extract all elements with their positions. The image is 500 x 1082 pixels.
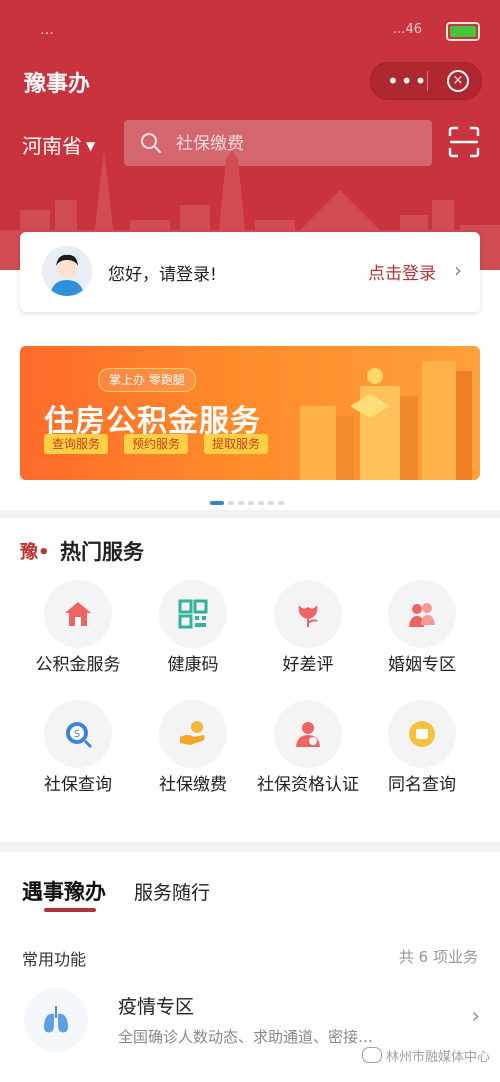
service-label: 社保缴费 (159, 775, 227, 795)
chevron-right-icon[interactable]: › (454, 258, 462, 282)
service-icon-bg (388, 700, 456, 768)
svg-text:S: S (74, 729, 80, 740)
mini-program-capsule: ••• × (370, 62, 482, 100)
house-icon (65, 602, 91, 626)
promo-banner[interactable]: 掌上办 零跑腿 住房公积金服务 查询服务 预约服务 提取服务 (20, 346, 480, 480)
service-label: 同名查询 (388, 775, 456, 795)
carrier-text: … (40, 22, 56, 38)
service-social-security-query[interactable]: S 社保查询 (18, 700, 138, 820)
signal-indicator: …46 (392, 22, 422, 37)
yu-logo-icon: 豫• (20, 542, 50, 563)
service-label: 好差评 (282, 655, 334, 675)
login-card[interactable]: 您好，请登录! 点击登录 › (20, 232, 480, 312)
banner-tag: 提取服务 (204, 434, 269, 454)
login-link[interactable]: 点击登录 (368, 259, 436, 284)
service-label: 公积金服务 (35, 655, 121, 675)
capsule-divider (427, 71, 428, 91)
close-icon[interactable]: × (447, 70, 469, 92)
service-qualification-cert[interactable]: 社保资格认证 (248, 700, 368, 820)
service-housing-fund[interactable]: 公积金服务 (18, 580, 138, 700)
tab-yushi-yuban[interactable]: 遇事豫办 (22, 876, 106, 906)
active-tab-indicator (44, 908, 96, 912)
service-same-name-query[interactable]: 同名查询 (362, 700, 482, 820)
item-description: 全国确诊人数动态、求助通道、密接… (118, 1028, 374, 1046)
common-functions-title: 常用功能 (22, 950, 87, 969)
more-options-button[interactable]: ••• (387, 69, 428, 93)
social-security-search-icon: S (66, 722, 93, 749)
user-avatar-icon (42, 246, 92, 296)
service-social-security-payment[interactable]: 社保缴费 (133, 700, 253, 820)
item-title: 疫情专区 (118, 996, 195, 1018)
service-label: 社保查询 (44, 775, 112, 795)
buildings-illustration (300, 361, 472, 480)
qr-code-icon (178, 599, 208, 629)
battery-icon (446, 22, 480, 41)
login-greeting: 您好，请登录! (108, 265, 217, 285)
service-marriage[interactable]: 婚姻专区 (362, 580, 482, 700)
status-bar: … …46 (0, 20, 500, 44)
service-label: 婚姻专区 (388, 655, 456, 675)
couple-icon (409, 603, 435, 627)
service-icon-bg (388, 580, 456, 648)
carousel-indicator (210, 490, 288, 505)
name-search-icon (409, 721, 435, 747)
avatar (42, 246, 92, 296)
banner-tag: 查询服务 (44, 434, 109, 454)
banner-tag: 预约服务 (124, 434, 189, 454)
hot-services-section: 豫• 热门服务 公积金服务 健康码 好差评 婚姻专区 S 社保查询 社保缴费 社… (0, 518, 500, 842)
banner-slogan: 掌上办 零跑腿 (98, 368, 196, 392)
service-icon-bg (274, 700, 342, 768)
item-icon-bg (24, 988, 88, 1052)
service-icon-bg (274, 580, 342, 648)
chevron-right-icon[interactable]: › (471, 1004, 480, 1029)
watermark-text: 林州市融媒体中心 (385, 1050, 490, 1065)
flower-icon (298, 605, 318, 627)
lungs-icon (44, 1006, 68, 1033)
service-label: 健康码 (167, 655, 219, 675)
payment-hand-icon (180, 721, 205, 745)
tab-service-follow[interactable]: 服务随行 (134, 878, 210, 905)
business-count: 共 6 项业务 (398, 948, 478, 966)
service-icon-bg: S (44, 700, 112, 768)
service-label: 社保资格认证 (257, 775, 359, 795)
service-icon-bg (44, 580, 112, 648)
service-health-code[interactable]: 健康码 (133, 580, 253, 700)
service-rating[interactable]: 好差评 (248, 580, 368, 700)
watermark: 林州市融媒体中心 (361, 1046, 490, 1065)
wechat-logo-icon (361, 1047, 382, 1063)
service-icon-bg (159, 700, 227, 768)
header: … …46 豫事办 ••• × 河南省 ▼ (0, 0, 500, 270)
app-title: 豫事办 (24, 72, 91, 97)
section-title: 热门服务 (60, 540, 144, 564)
person-verify-icon (296, 722, 320, 747)
service-icon-bg (159, 580, 227, 648)
